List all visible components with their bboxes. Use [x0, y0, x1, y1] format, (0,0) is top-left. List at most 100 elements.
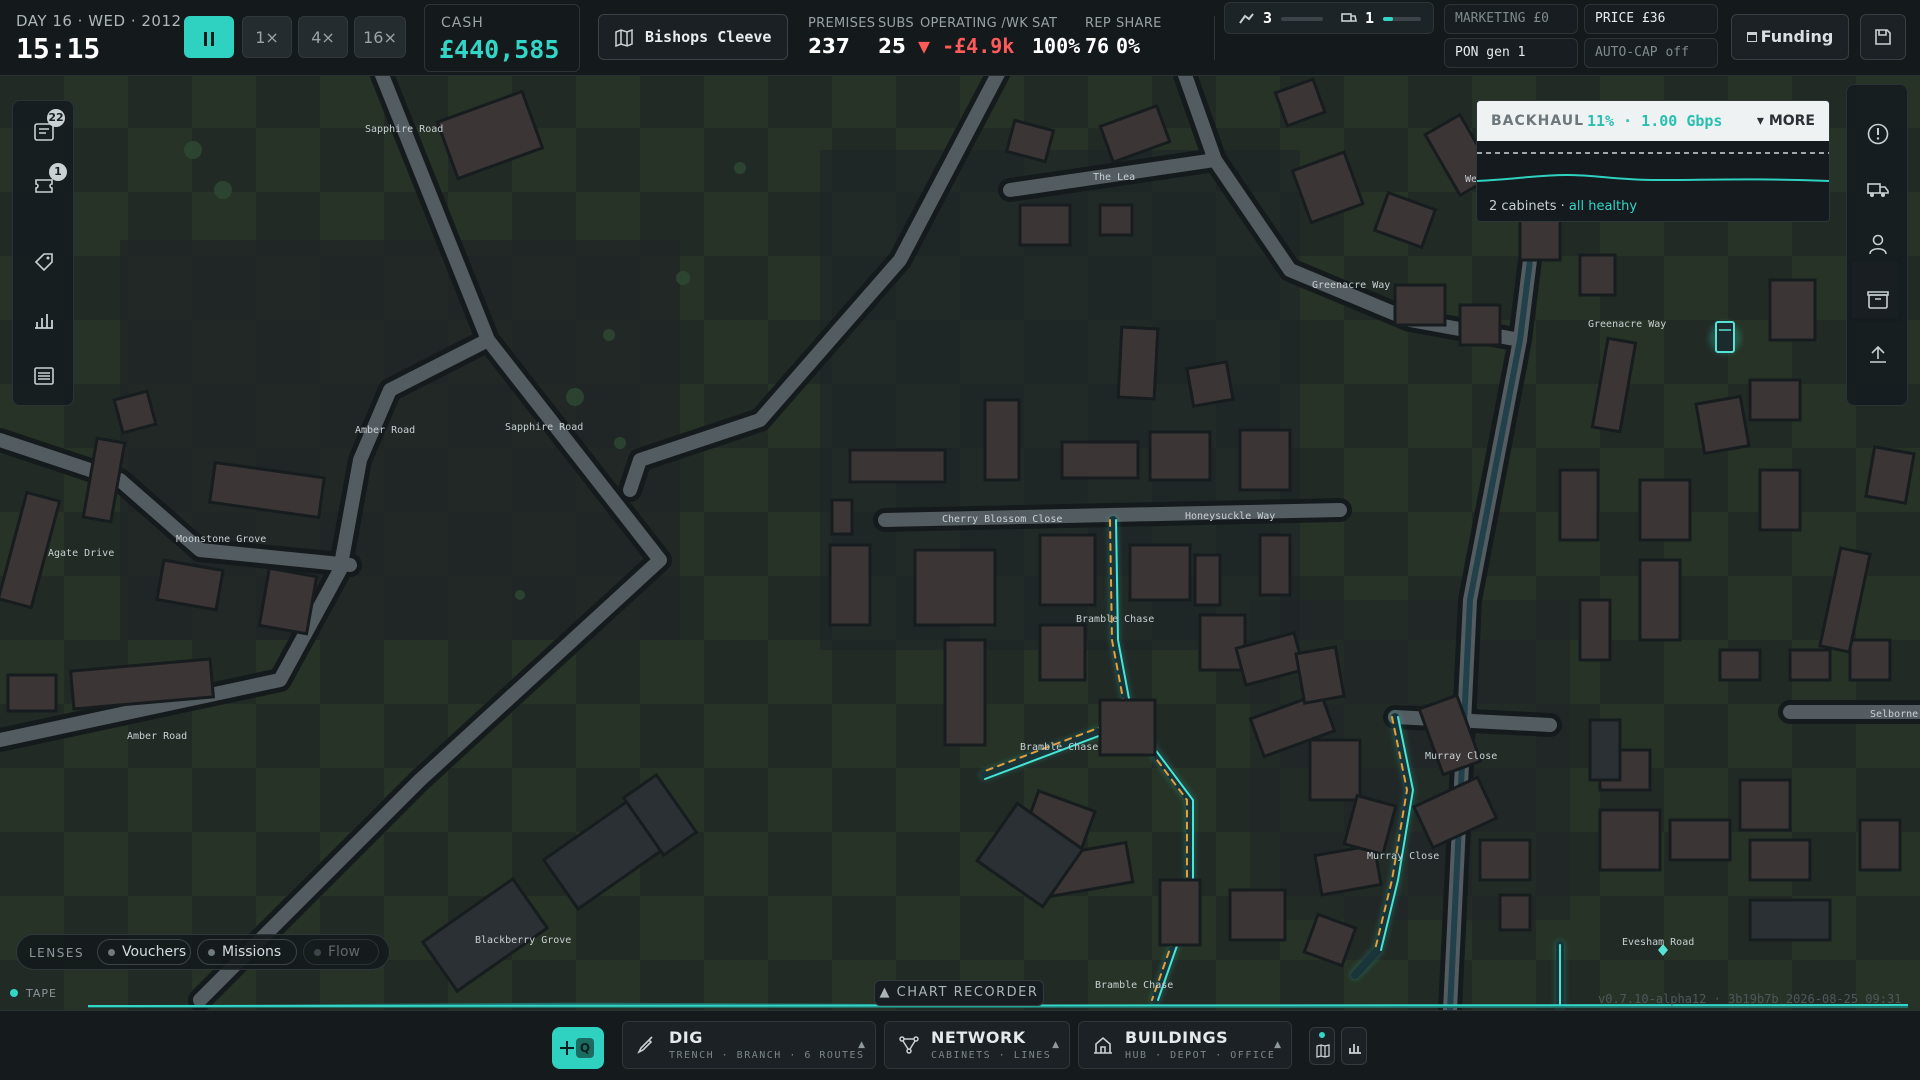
- bar-chart-icon: [1349, 1044, 1361, 1054]
- street-cabinet[interactable]: [1709, 321, 1741, 354]
- building-icon: [1094, 1036, 1112, 1054]
- lens-dot: [108, 949, 115, 956]
- messages-badge: 22: [47, 109, 65, 127]
- funding-button[interactable]: Funding: [1731, 14, 1849, 60]
- subs-value: 25: [878, 34, 906, 58]
- active-indicator: [1319, 1032, 1325, 1038]
- lenses-title: LENSES: [29, 946, 85, 960]
- street-label: Murray Close: [1367, 851, 1439, 862]
- speed-1x-button[interactable]: 1×: [242, 16, 292, 58]
- lens-vouchers[interactable]: Vouchers: [97, 939, 191, 965]
- cash-label: CASH: [441, 15, 484, 31]
- upload-button[interactable]: [1847, 331, 1909, 377]
- caret-up-icon: ▲: [1274, 1040, 1281, 1050]
- pause-button[interactable]: [184, 16, 234, 58]
- pricing-button[interactable]: [13, 239, 75, 285]
- street-label: Cherry Blossom Close: [942, 514, 1062, 525]
- messages-button[interactable]: 22: [13, 109, 75, 155]
- backhaul-more-button[interactable]: ▾ MORE: [1757, 113, 1815, 129]
- alerts-button[interactable]: [1847, 111, 1909, 157]
- caret-up-icon: ▲: [858, 1040, 865, 1050]
- backhaul-title: BACKHAUL: [1491, 113, 1585, 129]
- operating-value: ▼ -£4.9k: [918, 34, 1015, 58]
- backhaul-graph: [1477, 152, 1829, 182]
- caret-up-icon: ▲: [1052, 1040, 1059, 1050]
- save-button[interactable]: [1860, 14, 1906, 60]
- van-count: 1: [1365, 9, 1375, 27]
- fleet-button[interactable]: [1847, 167, 1909, 213]
- lenses-bar: LENSES Vouchers Missions Flow: [16, 934, 390, 970]
- price-pill[interactable]: PRICE £36: [1584, 4, 1718, 34]
- street-label: Agate Drive: [48, 548, 114, 559]
- street-label: Bramble Chase: [1076, 614, 1154, 625]
- cabinet-health: all healthy: [1568, 199, 1638, 214]
- backhaul-value: 11% · 1.00 Gbps: [1587, 112, 1723, 130]
- ticket-icon: [35, 179, 53, 193]
- tag-icon: [34, 253, 53, 272]
- network-tool[interactable]: NETWORK CABINETS · LINES ▲: [884, 1021, 1070, 1069]
- crew-status[interactable]: 3 1: [1224, 2, 1434, 34]
- dig-tool-sub: TRENCH · BRANCH · 6 ROUTES: [669, 1050, 865, 1061]
- street-label: Moonstone Grove: [176, 534, 266, 545]
- chart-recorder-button[interactable]: ▲ CHART RECORDER: [874, 980, 1044, 1006]
- map-icon: [1316, 1044, 1330, 1058]
- street-label: Bramble Chase: [1020, 742, 1098, 753]
- buildings-tool-sub: HUB · DEPOT · OFFICE: [1125, 1050, 1276, 1061]
- network-icon: [899, 1036, 919, 1054]
- game-clock: 15:15: [16, 32, 101, 65]
- crosshair-icon: [560, 1041, 574, 1055]
- dig-tool[interactable]: DIG TRENCH · BRANCH · 6 ROUTES ▲: [622, 1021, 876, 1069]
- chart-view-button[interactable]: [1341, 1027, 1367, 1065]
- tickets-button[interactable]: 1: [13, 163, 75, 209]
- select-tool-button[interactable]: Q: [552, 1027, 604, 1069]
- tape-status-dot: [10, 989, 18, 997]
- lens-label: Vouchers: [122, 944, 187, 960]
- lens-flow[interactable]: Flow: [303, 939, 379, 965]
- lens-dot: [314, 949, 321, 956]
- subs-label: SUBS: [878, 16, 914, 31]
- staff-button[interactable]: [1847, 221, 1909, 267]
- pon-pill[interactable]: PON gen 1: [1444, 38, 1578, 68]
- street-label: Greenacre Way: [1312, 280, 1390, 291]
- lens-label: Flow: [328, 944, 360, 960]
- stats-button[interactable]: [13, 297, 75, 343]
- dig-tool-label: DIG: [669, 1028, 703, 1047]
- town-button[interactable]: Bishops Cleeve: [598, 14, 788, 60]
- street-label: Evesham Road: [1622, 937, 1694, 948]
- share-label: SHARE: [1116, 16, 1162, 31]
- rep-value: 76: [1085, 34, 1110, 58]
- network-tool-label: NETWORK: [931, 1028, 1026, 1047]
- sat-label: SAT: [1032, 16, 1058, 31]
- backhaul-panel[interactable]: BACKHAUL 11% · 1.00 Gbps ▾ MORE 2 cabine…: [1476, 100, 1830, 222]
- digger-icon: [1239, 13, 1254, 24]
- cash-display: CASH £440,585: [424, 4, 580, 72]
- lens-missions[interactable]: Missions: [197, 939, 297, 965]
- truck-icon: [1867, 183, 1889, 197]
- sat-value: 100%: [1032, 34, 1081, 58]
- street-label: Greenacre Way: [1588, 319, 1666, 330]
- speed-16x-button[interactable]: 16×: [354, 16, 406, 58]
- autocap-pill[interactable]: AUTO-CAP off: [1584, 38, 1718, 68]
- street-label: The Lea: [1093, 172, 1135, 183]
- premises-label: PREMISES: [808, 16, 876, 31]
- ledger-button[interactable]: [13, 353, 75, 399]
- map-icon: [615, 29, 633, 47]
- street-label: Murray Close: [1425, 751, 1497, 762]
- bank-icon: [1746, 32, 1757, 42]
- marketing-pill[interactable]: MARKETING £0: [1444, 4, 1578, 34]
- map-view-button[interactable]: [1309, 1027, 1335, 1065]
- buildings-tool[interactable]: BUILDINGS HUB · DEPOT · OFFICE ▲: [1078, 1021, 1292, 1069]
- box-icon: [1867, 291, 1889, 309]
- shovel-icon: [637, 1036, 653, 1054]
- alert-icon: [1867, 123, 1889, 145]
- tickets-badge: 1: [49, 163, 67, 181]
- speed-4x-button[interactable]: 4×: [298, 16, 348, 58]
- right-rail: [1846, 84, 1908, 406]
- tape-label: TAPE: [26, 987, 57, 1000]
- digger-count: 3: [1263, 9, 1273, 27]
- backhaul-header: BACKHAUL 11% · 1.00 Gbps ▾ MORE: [1477, 101, 1829, 141]
- rep-label: REP: [1085, 16, 1111, 31]
- van-bar-fill: [1383, 17, 1393, 21]
- inventory-button[interactable]: [1847, 277, 1909, 323]
- bar-chart-icon: [35, 314, 53, 329]
